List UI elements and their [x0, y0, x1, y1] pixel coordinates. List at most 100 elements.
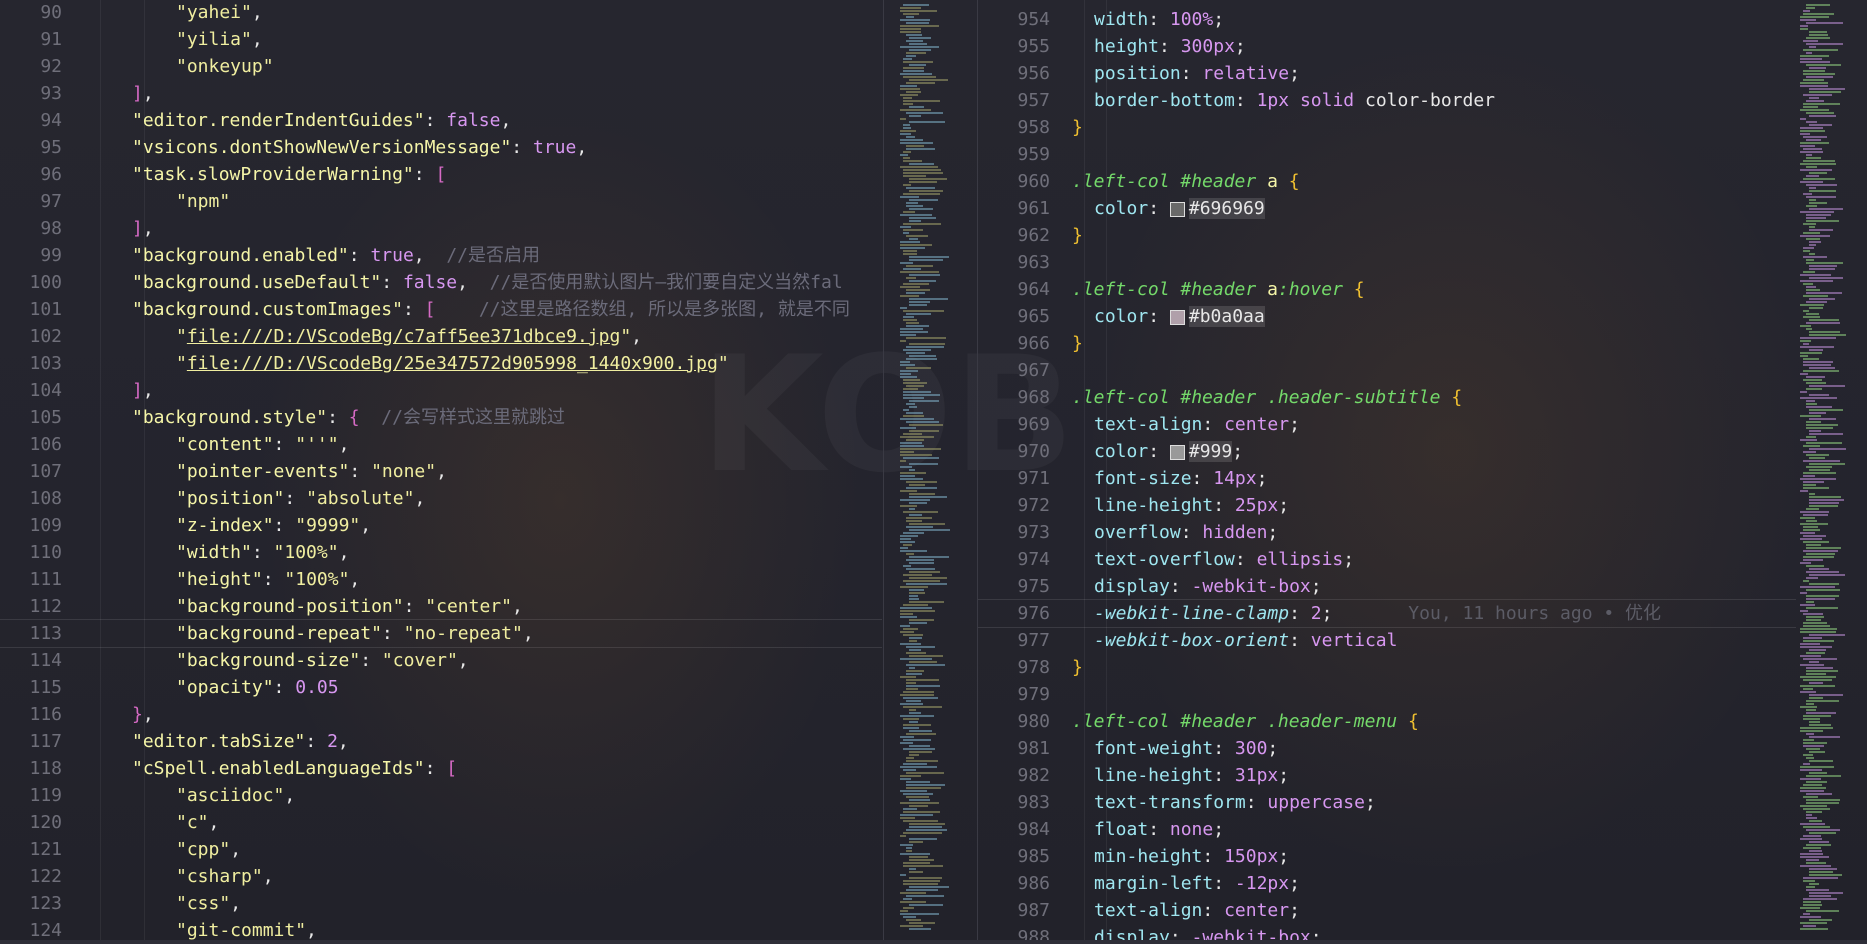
- line-number[interactable]: 116: [0, 701, 62, 728]
- code-text[interactable]: position: relative;: [1072, 60, 1300, 87]
- code-text[interactable]: "cSpell.enabledLanguageIds": [: [88, 755, 457, 782]
- line-number[interactable]: 980: [978, 708, 1050, 735]
- line-number[interactable]: 93: [0, 80, 62, 107]
- code-line[interactable]: 959: [978, 141, 1796, 168]
- line-number[interactable]: 97: [0, 188, 62, 215]
- line-number[interactable]: 957: [978, 87, 1050, 114]
- code-text[interactable]: color: #b0a0aa: [1072, 303, 1265, 330]
- code-line[interactable]: 961 color: #696969: [978, 195, 1796, 222]
- code-text[interactable]: "background-size": "cover",: [88, 647, 469, 674]
- code-text[interactable]: "background.enabled": true, //是否启用: [88, 242, 540, 269]
- line-number[interactable]: 121: [0, 836, 62, 863]
- code-line[interactable]: 973 overflow: hidden;: [978, 519, 1796, 546]
- line-number[interactable]: 96: [0, 161, 62, 188]
- line-number[interactable]: 119: [0, 782, 62, 809]
- code-text[interactable]: }: [1072, 330, 1083, 357]
- code-text[interactable]: "background.customImages": [ //这里是路径数组, …: [88, 296, 850, 323]
- line-number[interactable]: 111: [0, 566, 62, 593]
- code-line[interactable]: 967: [978, 357, 1796, 384]
- code-text[interactable]: "pointer-events": "none",: [88, 458, 447, 485]
- code-line[interactable]: 974 text-overflow: ellipsis;: [978, 546, 1796, 573]
- code-line[interactable]: 977 -webkit-box-orient: vertical: [978, 627, 1796, 654]
- code-text[interactable]: "npm": [88, 188, 230, 215]
- line-number[interactable]: 102: [0, 323, 62, 350]
- code-line[interactable]: 91 "yilia",: [0, 26, 882, 53]
- line-number[interactable]: 106: [0, 431, 62, 458]
- color-swatch-icon[interactable]: [1169, 309, 1185, 325]
- code-line[interactable]: 105 "background.style": { //会写样式这里就跳过: [0, 404, 882, 431]
- horizontal-scrollbar[interactable]: [0, 940, 1867, 944]
- line-number[interactable]: 974: [978, 546, 1050, 573]
- code-line[interactable]: 99 "background.enabled": true, //是否启用: [0, 242, 882, 269]
- line-number[interactable]: 984: [978, 816, 1050, 843]
- code-line[interactable]: 122 "csharp",: [0, 863, 882, 890]
- line-number[interactable]: 985: [978, 843, 1050, 870]
- code-line[interactable]: 975 display: -webkit-box;: [978, 573, 1796, 600]
- code-line[interactable]: 96 "task.slowProviderWarning": [: [0, 161, 882, 188]
- code-text[interactable]: "yilia",: [88, 26, 263, 53]
- line-number[interactable]: 972: [978, 492, 1050, 519]
- code-line[interactable]: 114 "background-size": "cover",: [0, 647, 882, 674]
- line-number[interactable]: 103: [0, 350, 62, 377]
- code-line[interactable]: 957 border-bottom: 1px solid color-border: [978, 87, 1796, 114]
- code-text[interactable]: },: [88, 701, 154, 728]
- line-number[interactable]: 965: [978, 303, 1050, 330]
- line-number[interactable]: 114: [0, 647, 62, 674]
- code-text[interactable]: "content": "''",: [88, 431, 349, 458]
- code-line[interactable]: 116},: [0, 701, 882, 728]
- code-text[interactable]: "file:///D:/VScodeBg/c7aff5ee371dbce9.jp…: [88, 323, 642, 350]
- code-line[interactable]: 100 "background.useDefault": false, //是否使…: [0, 269, 882, 296]
- file-link[interactable]: file:///D:/VScodeBg/c7aff5ee371dbce9.jpg: [187, 326, 620, 347]
- line-number[interactable]: 958: [978, 114, 1050, 141]
- code-line[interactable]: 980 .left-col #header .header-menu {: [978, 708, 1796, 735]
- code-line[interactable]: 102 "file:///D:/VScodeBg/c7aff5ee371dbce9…: [0, 323, 882, 350]
- left-minimap[interactable]: [896, 0, 976, 944]
- line-number[interactable]: 983: [978, 789, 1050, 816]
- code-line[interactable]: 121 "cpp",: [0, 836, 882, 863]
- code-text[interactable]: "background-position": "center",: [88, 593, 523, 620]
- code-line[interactable]: 972 line-height: 25px;: [978, 492, 1796, 519]
- code-text[interactable]: "z-index": "9999",: [88, 512, 371, 539]
- line-number[interactable]: 118: [0, 755, 62, 782]
- line-number[interactable]: 959: [978, 141, 1050, 168]
- code-text[interactable]: line-height: 25px;: [1072, 492, 1289, 519]
- code-line[interactable]: 965 color: #b0a0aa: [978, 303, 1796, 330]
- line-number[interactable]: 105: [0, 404, 62, 431]
- file-link[interactable]: file:///D:/VScodeBg/25e347572d905998_144…: [187, 353, 718, 374]
- code-text[interactable]: text-align: center;: [1072, 411, 1300, 438]
- line-number[interactable]: 100: [0, 269, 62, 296]
- line-number[interactable]: 963: [978, 249, 1050, 276]
- line-number[interactable]: 961: [978, 195, 1050, 222]
- code-text[interactable]: min-height: 150px;: [1072, 843, 1289, 870]
- line-number[interactable]: 92: [0, 53, 62, 80]
- code-text[interactable]: .left-col #header .header-menu {: [1072, 708, 1419, 735]
- line-number[interactable]: 964: [978, 276, 1050, 303]
- code-line[interactable]: 970 color: #999;: [978, 438, 1796, 465]
- code-text[interactable]: font-weight: 300;: [1072, 735, 1278, 762]
- line-number[interactable]: 954: [978, 6, 1050, 33]
- code-text[interactable]: .left-col #header a:hover {: [1072, 276, 1365, 303]
- left-editor-pane[interactable]: 90 "yahei", 91 "yilia", 92 "onkeyup" 93], 94 "ed…: [0, 0, 882, 944]
- code-text[interactable]: "background-repeat": "no-repeat",: [88, 620, 534, 647]
- code-line[interactable]: 971 font-size: 14px;: [978, 465, 1796, 492]
- code-line[interactable]: 979: [978, 681, 1796, 708]
- color-swatch-icon[interactable]: [1169, 444, 1185, 460]
- code-text[interactable]: "editor.renderIndentGuides": false,: [88, 107, 511, 134]
- code-line[interactable]: 964 .left-col #header a:hover {: [978, 276, 1796, 303]
- line-number[interactable]: 977: [978, 627, 1050, 654]
- line-number[interactable]: 98: [0, 215, 62, 242]
- code-line[interactable]: 968 .left-col #header .header-subtitle {: [978, 384, 1796, 411]
- code-text[interactable]: "vsicons.dontShowNewVersionMessage": tru…: [88, 134, 587, 161]
- line-number[interactable]: 91: [0, 26, 62, 53]
- line-number[interactable]: 122: [0, 863, 62, 890]
- code-line[interactable]: 966}: [978, 330, 1796, 357]
- line-number[interactable]: 982: [978, 762, 1050, 789]
- code-line[interactable]: 962}: [978, 222, 1796, 249]
- code-line[interactable]: 985 min-height: 150px;: [978, 843, 1796, 870]
- code-text[interactable]: }: [1072, 654, 1083, 681]
- code-text[interactable]: "background.style": { //会写样式这里就跳过: [88, 404, 565, 431]
- code-text[interactable]: overflow: hidden;: [1072, 519, 1278, 546]
- code-text[interactable]: }: [1072, 114, 1083, 141]
- code-text[interactable]: "asciidoc",: [88, 782, 295, 809]
- code-text[interactable]: .left-col #header .header-subtitle {: [1072, 384, 1462, 411]
